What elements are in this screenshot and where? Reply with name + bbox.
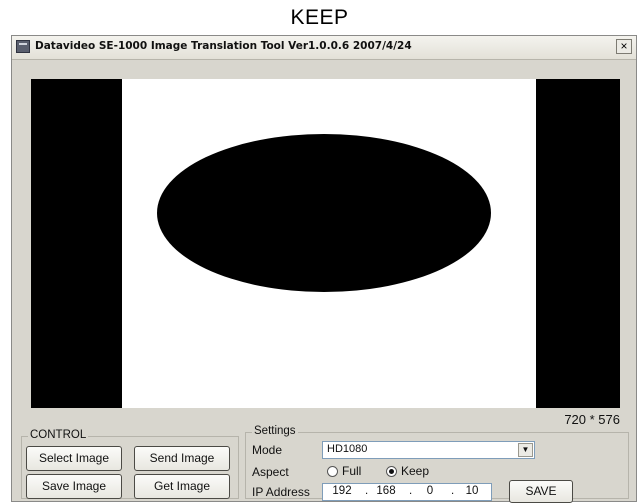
app-window: Datavideo SE-1000 Image Translation Tool… (11, 35, 637, 503)
window-title: Datavideo SE-1000 Image Translation Tool… (35, 40, 412, 52)
ip-dot: . (365, 485, 369, 497)
aspect-keep-label[interactable]: Keep (401, 464, 429, 478)
resolution-readout: 720 * 576 (564, 412, 620, 427)
ip-address-label: IP Address (252, 485, 310, 499)
mode-select[interactable]: HD1080 ▼ (322, 441, 535, 459)
preview-ellipse-shape (157, 134, 491, 292)
app-icon[interactable] (16, 40, 30, 53)
ip-dot: . (409, 485, 413, 497)
save-settings-button[interactable]: SAVE (509, 480, 573, 503)
send-image-button[interactable]: Send Image (134, 446, 230, 471)
image-caption: KEEP (290, 6, 349, 29)
control-group-label: CONTROL (28, 429, 89, 441)
aspect-full-radio[interactable] (327, 466, 338, 477)
mode-label: Mode (252, 443, 283, 457)
mode-select-value: HD1080 (327, 443, 368, 455)
ip-octet-1[interactable]: 192 (329, 485, 355, 497)
ip-octet-3[interactable]: 0 (417, 485, 443, 497)
settings-group: Settings Mode HD1080 ▼ Aspect Full Keep … (245, 425, 629, 503)
close-icon[interactable]: × (616, 39, 632, 54)
title-bar[interactable]: Datavideo SE-1000 Image Translation Tool… (12, 36, 636, 60)
ip-address-field[interactable]: 192 . 168 . 0 . 10 (322, 483, 492, 501)
save-image-button[interactable]: Save Image (26, 474, 122, 499)
ip-octet-4[interactable]: 10 (459, 485, 485, 497)
ip-dot: . (451, 485, 455, 497)
control-group: CONTROL Select Image Send Image Save Ima… (21, 429, 239, 499)
dropdown-arrow-icon[interactable]: ▼ (518, 443, 533, 457)
ip-octet-2[interactable]: 168 (373, 485, 399, 497)
aspect-label: Aspect (252, 465, 289, 479)
aspect-keep-radio[interactable] (386, 466, 397, 477)
get-image-button[interactable]: Get Image (134, 474, 230, 499)
select-image-button[interactable]: Select Image (26, 446, 122, 471)
preview-image-area (122, 79, 536, 408)
image-preview (31, 79, 620, 408)
settings-group-label: Settings (252, 425, 298, 437)
aspect-full-label[interactable]: Full (342, 464, 361, 478)
